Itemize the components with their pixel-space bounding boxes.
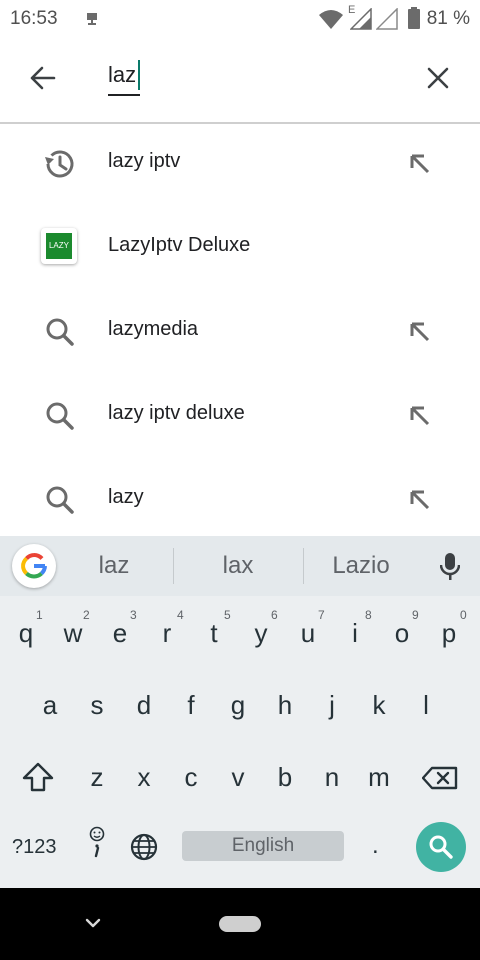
key-hint: 4 [177,608,184,622]
key-hint: 5 [224,608,231,622]
key-s[interactable]: s [77,690,117,721]
key-hint: 6 [271,608,278,622]
suggestion-row-app[interactable]: LAZY LazyIptv Deluxe [0,206,480,290]
suggestion-label: LazyIptv Deluxe [108,234,251,256]
status-bar: 16:53 E 81 % [0,0,480,38]
fill-query-arrow-icon[interactable] [400,144,440,184]
key-t[interactable]: t [194,618,234,649]
key-g[interactable]: g [218,690,258,721]
key-hint: 1 [36,608,43,622]
composing-underline [108,94,140,96]
keyboard: laz lax Lazio q 1 w 2 e 3 r 4 t 5 y 6 u … [0,536,480,888]
emoji-icon[interactable] [86,826,108,862]
back-arrow-icon[interactable] [28,64,56,92]
status-time: 16:53 [10,8,58,29]
suggestion-label: lazy iptv deluxe [108,402,245,424]
suggestion-row-search[interactable]: lazy [0,458,480,542]
fill-query-arrow-icon[interactable] [400,312,440,352]
google-g-icon [21,553,47,579]
key-row-4: ?123 English . [0,812,480,888]
globe-icon[interactable] [129,832,159,862]
key-b[interactable]: b [265,762,305,793]
battery-icon [408,7,420,29]
search-icon [46,318,74,346]
key-w[interactable]: w [53,618,93,649]
wifi-icon [319,10,343,29]
search-icon [46,402,74,430]
key-v[interactable]: v [218,762,258,793]
clear-icon[interactable] [426,66,450,90]
key-z[interactable]: z [77,762,117,793]
key-u[interactable]: u [288,618,328,649]
word-suggestion[interactable]: Lazio [316,552,406,580]
text-cursor [138,60,140,90]
key-hint: 9 [412,608,419,622]
key-hint: 8 [365,608,372,622]
search-bar: laz [0,38,480,124]
key-hint: 7 [318,608,325,622]
notification-icon [87,13,97,25]
home-pill[interactable] [219,916,261,932]
app-icon: LAZY [41,228,77,264]
hide-keyboard-icon[interactable] [84,916,102,930]
key-row-2: a s d f g h j k l [0,668,480,740]
key-p[interactable]: p [429,618,469,649]
shift-icon[interactable] [22,762,54,792]
key-h[interactable]: h [265,690,305,721]
suggestion-label: lazy iptv [108,150,181,172]
key-a[interactable]: a [30,690,70,721]
key-l[interactable]: l [406,690,446,721]
history-icon [45,150,74,178]
key-hint: 3 [130,608,137,622]
separator [303,548,304,584]
key-y[interactable]: y [241,618,281,649]
key-m[interactable]: m [359,762,399,793]
search-icon [46,486,74,514]
key-n[interactable]: n [312,762,352,793]
key-o[interactable]: o [382,618,422,649]
key-k[interactable]: k [359,690,399,721]
space-bar[interactable]: English [182,831,344,861]
navigation-bar [0,888,480,960]
separator [173,548,174,584]
key-c[interactable]: c [171,762,211,793]
keyboard-suggestion-strip: laz lax Lazio [0,536,480,596]
suggestion-row-history[interactable]: lazy iptv [0,122,480,206]
suggestion-label: lazy [108,486,144,508]
google-icon[interactable] [12,544,56,588]
word-suggestion[interactable]: lax [198,552,278,580]
fill-query-arrow-icon[interactable] [400,396,440,436]
app-icon-text: LAZY [46,233,72,259]
signal-2-icon [376,8,398,30]
symbols-key[interactable]: ?123 [12,836,57,859]
search-icon [429,835,453,859]
search-action-button[interactable] [416,822,466,872]
suggestion-label: lazymedia [108,318,199,340]
key-e[interactable]: e [100,618,140,649]
period-key[interactable]: . [372,832,379,860]
key-r[interactable]: r [147,618,187,649]
key-hint: 0 [460,608,467,622]
key-q[interactable]: q [6,618,46,649]
key-x[interactable]: x [124,762,164,793]
key-i[interactable]: i [335,618,375,649]
suggestion-row-search[interactable]: lazy iptv deluxe [0,374,480,458]
key-row-3: z x c v b n m [0,740,480,812]
mic-icon[interactable] [440,552,460,582]
suggestion-row-search[interactable]: lazymedia [0,290,480,374]
key-d[interactable]: d [124,690,164,721]
backspace-icon[interactable] [422,766,458,790]
key-hint: 2 [83,608,90,622]
fill-query-arrow-icon[interactable] [400,480,440,520]
signal-icon [350,8,372,30]
key-f[interactable]: f [171,690,211,721]
search-input[interactable]: laz [108,62,136,88]
word-suggestion[interactable]: laz [74,552,154,580]
battery-percent: 81 % [426,8,470,29]
key-j[interactable]: j [312,690,352,721]
key-row-1: q 1 w 2 e 3 r 4 t 5 y 6 u 7 i 8 o 9 p 0 [0,596,480,668]
